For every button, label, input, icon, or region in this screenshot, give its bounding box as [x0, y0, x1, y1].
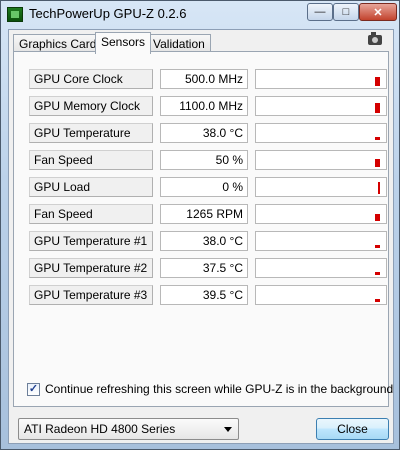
close-icon: ✕ — [373, 6, 383, 19]
gpu-select[interactable]: ATI Radeon HD 4800 Series — [18, 418, 239, 440]
sensor-graph[interactable] — [255, 96, 387, 116]
sensor-graph[interactable] — [255, 123, 387, 143]
graph-bar — [375, 299, 380, 302]
sensor-graph[interactable] — [255, 177, 387, 197]
sensor-row: GPU Core Clock 500.0 MHz — [29, 69, 387, 89]
sensor-row: GPU Memory Clock 1100.0 MHz — [29, 96, 387, 116]
refresh-checkbox[interactable]: ✓ — [27, 383, 40, 396]
sensor-label[interactable]: Fan Speed — [29, 150, 153, 170]
sensor-row: GPU Temperature #2 37.5 °C — [29, 258, 387, 278]
sensor-value: 39.5 °C — [160, 285, 248, 305]
close-button[interactable]: Close — [316, 418, 389, 440]
sensor-graph[interactable] — [255, 69, 387, 89]
maximize-icon: □ — [342, 6, 350, 18]
gpu-select-value: ATI Radeon HD 4800 Series — [24, 422, 176, 436]
tab-graphics-card[interactable]: Graphics Card — [13, 34, 103, 52]
tab-validation[interactable]: Validation — [147, 34, 211, 52]
sensor-value: 50 % — [160, 150, 248, 170]
graph-bar — [375, 77, 380, 86]
sensor-row: GPU Load 0 % — [29, 177, 387, 197]
graph-bar — [375, 272, 380, 275]
graph-bar — [375, 245, 380, 248]
gpuz-window: TechPowerUp GPU-Z 0.2.6 — □ ✕ Graphics C… — [0, 0, 400, 450]
refresh-checkbox-label[interactable]: Continue refreshing this screen while GP… — [45, 382, 393, 396]
sensor-row: GPU Temperature #1 38.0 °C — [29, 231, 387, 251]
sensor-graph[interactable] — [255, 204, 387, 224]
sensor-row: GPU Temperature 38.0 °C — [29, 123, 387, 143]
sensor-label[interactable]: GPU Temperature #3 — [29, 285, 153, 305]
graph-bar — [378, 182, 380, 194]
graph-bar — [375, 214, 380, 221]
gpuz-app-icon[interactable] — [7, 7, 23, 22]
sensor-value: 1100.0 MHz — [160, 96, 248, 116]
sensor-label[interactable]: GPU Core Clock — [29, 69, 153, 89]
minimize-button[interactable]: — — [307, 3, 333, 21]
sensor-row: GPU Temperature #3 39.5 °C — [29, 285, 387, 305]
sensor-row: Fan Speed 50 % — [29, 150, 387, 170]
client-area: Graphics Card Sensors Validation GPU Cor… — [8, 29, 394, 444]
sensor-value: 38.0 °C — [160, 123, 248, 143]
sensor-graph[interactable] — [255, 258, 387, 278]
sensor-value: 500.0 MHz — [160, 69, 248, 89]
maximize-button[interactable]: □ — [333, 3, 359, 21]
sensor-graph[interactable] — [255, 150, 387, 170]
sensor-label[interactable]: GPU Memory Clock — [29, 96, 153, 116]
sensors-panel: GPU Core Clock 500.0 MHz GPU Memory Cloc… — [13, 51, 389, 407]
sensor-label[interactable]: GPU Temperature #1 — [29, 231, 153, 251]
sensor-label[interactable]: GPU Temperature #2 — [29, 258, 153, 278]
title-bar[interactable]: TechPowerUp GPU-Z 0.2.6 — □ ✕ — [1, 1, 399, 29]
minimize-icon: — — [314, 6, 326, 18]
sensor-label[interactable]: Fan Speed — [29, 204, 153, 224]
sensor-row: Fan Speed 1265 RPM — [29, 204, 387, 224]
window-title: TechPowerUp GPU-Z 0.2.6 — [29, 6, 187, 21]
sensor-value: 38.0 °C — [160, 231, 248, 251]
graph-bar — [375, 137, 380, 140]
sensor-label[interactable]: GPU Temperature — [29, 123, 153, 143]
sensor-value: 1265 RPM — [160, 204, 248, 224]
graph-bar — [375, 159, 380, 167]
sensor-value: 37.5 °C — [160, 258, 248, 278]
sensor-label[interactable]: GPU Load — [29, 177, 153, 197]
sensor-graph[interactable] — [255, 231, 387, 251]
graph-bar — [375, 103, 380, 113]
chevron-down-icon[interactable] — [224, 427, 232, 432]
close-window-button[interactable]: ✕ — [359, 3, 397, 21]
camera-icon[interactable] — [368, 32, 382, 45]
tab-sensors[interactable]: Sensors — [95, 32, 152, 54]
sensor-graph[interactable] — [255, 285, 387, 305]
sensor-value: 0 % — [160, 177, 248, 197]
